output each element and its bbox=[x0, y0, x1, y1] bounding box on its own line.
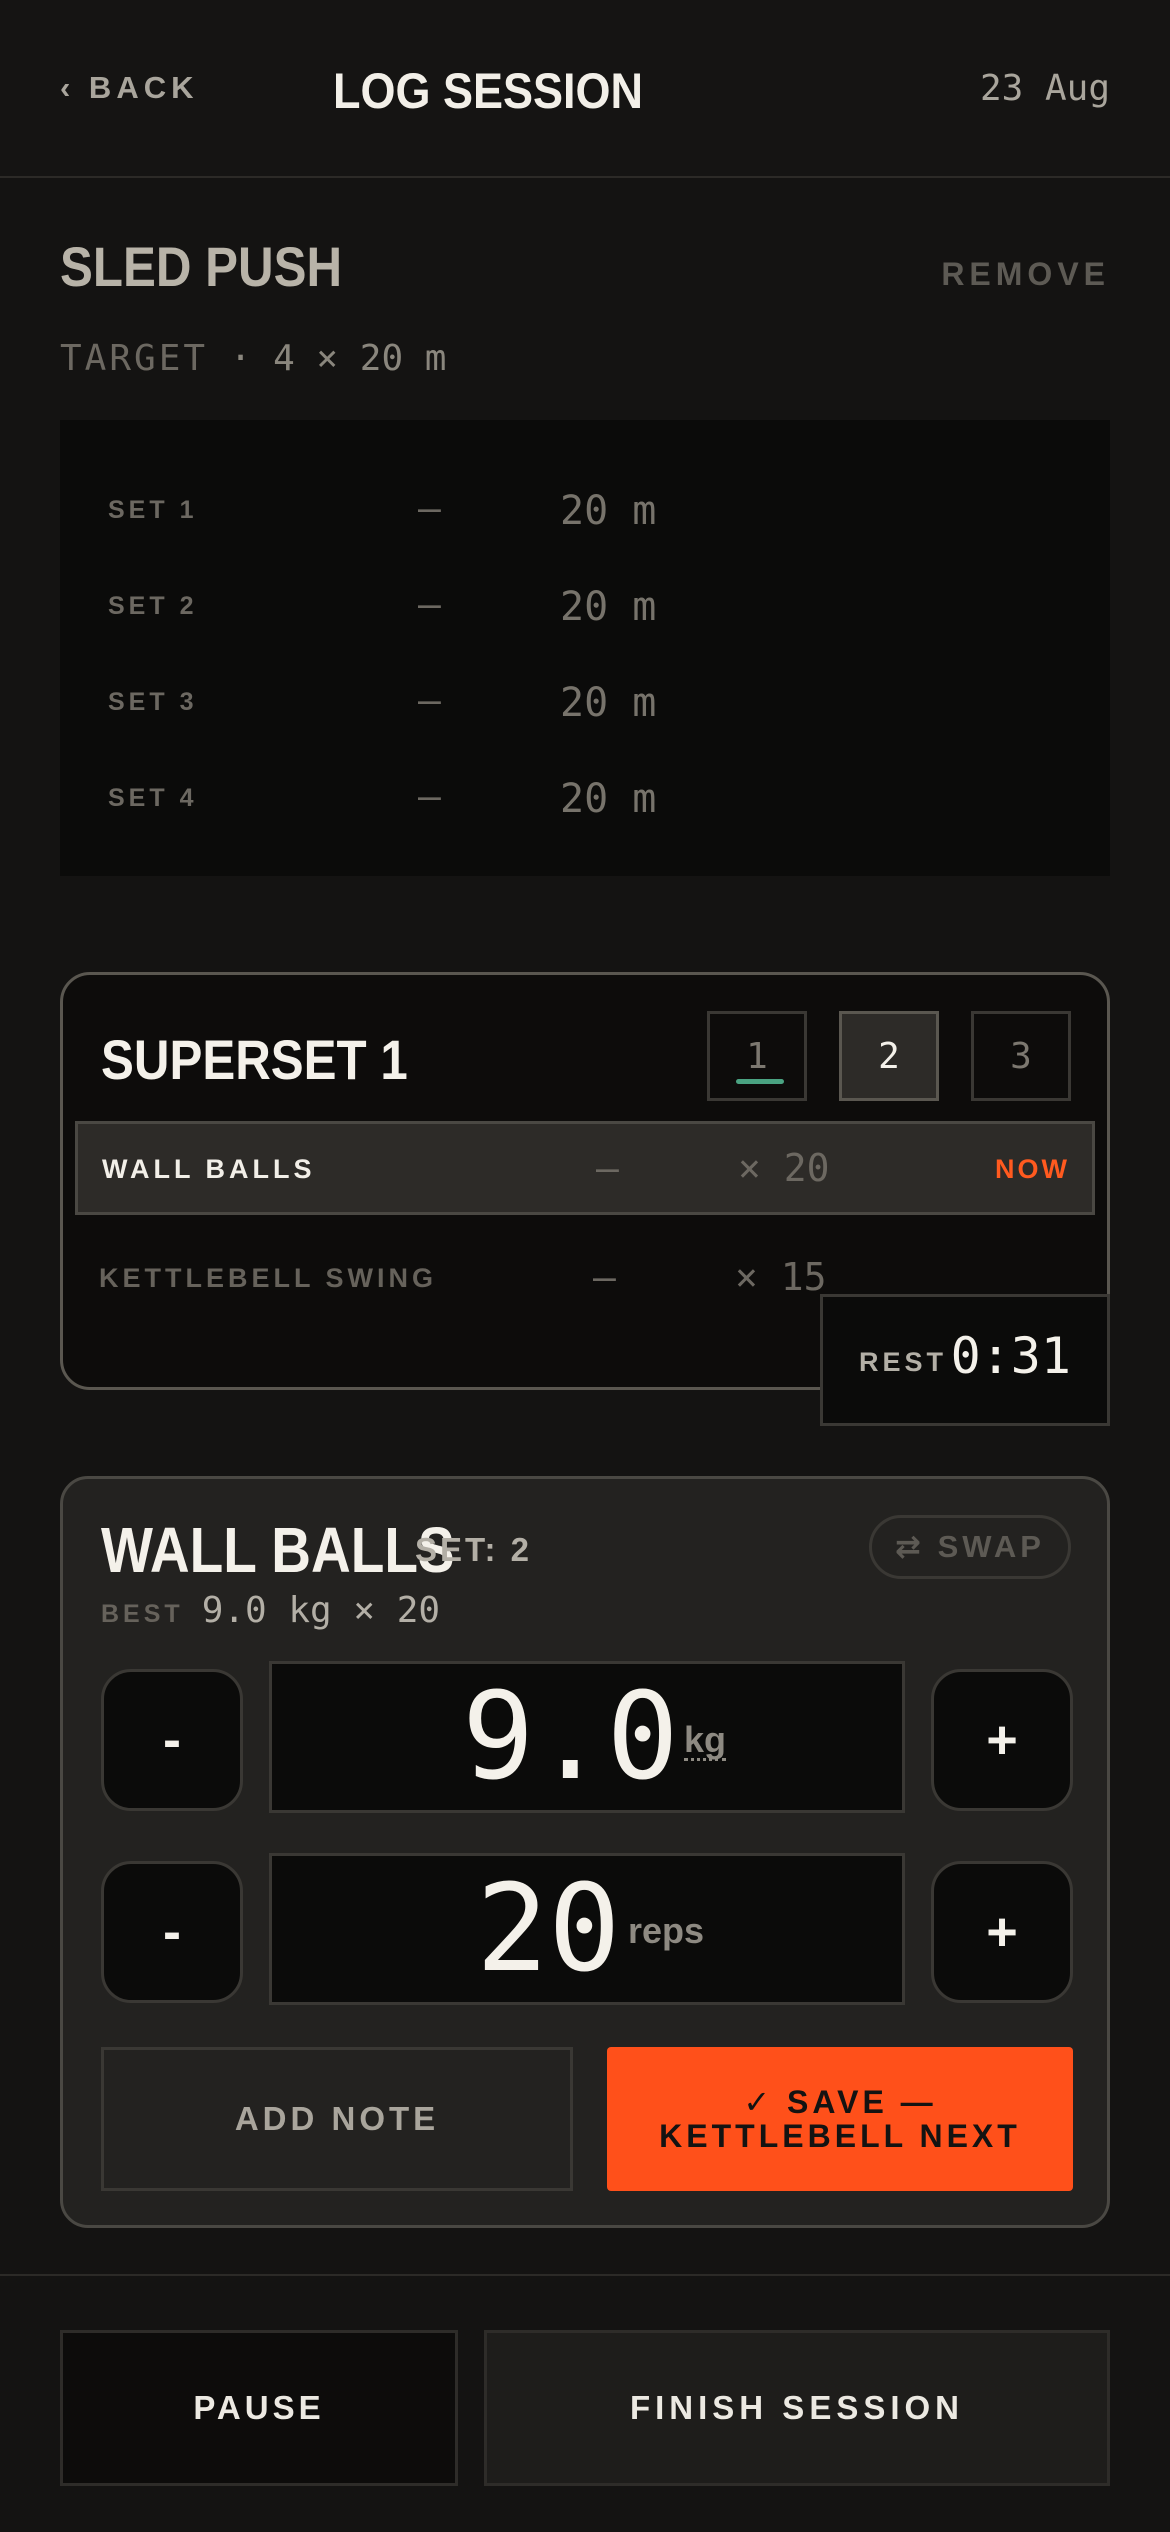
now-badge: NOW bbox=[995, 1154, 1070, 1184]
finish-session-button[interactable]: FINISH SESSION bbox=[484, 2330, 1110, 2486]
remove-exercise-button[interactable]: REMOVE bbox=[941, 256, 1110, 293]
add-note-button[interactable]: ADD NOTE bbox=[101, 2047, 573, 2191]
set-label: SET 1 bbox=[108, 496, 198, 524]
superset-item-name: WALL BALLS bbox=[102, 1154, 316, 1184]
session-date: 23 Aug bbox=[979, 68, 1110, 109]
target-value: · 4 × 20 m bbox=[229, 338, 447, 379]
reps-input[interactable]: 20 reps bbox=[269, 1853, 905, 2005]
set-label: SET 4 bbox=[108, 784, 198, 812]
set-row[interactable]: SET 1 — 20 m bbox=[60, 482, 1110, 542]
set-weight: — bbox=[418, 774, 441, 818]
top-bar: ‹ BACK LOG SESSION 23 Aug bbox=[0, 0, 1170, 178]
reps-unit: reps bbox=[628, 1910, 705, 1951]
exercise-target: TARGET · 4 × 20 m bbox=[60, 338, 446, 379]
back-button[interactable]: ‹ BACK bbox=[60, 70, 199, 106]
weight-input[interactable]: 9.0 kg bbox=[269, 1661, 905, 1813]
weight-unit[interactable]: kg bbox=[684, 1722, 727, 1761]
rest-timer[interactable]: REST 0:31 bbox=[820, 1294, 1110, 1426]
rest-label: REST bbox=[859, 1347, 948, 1377]
weight-value: 9.0 bbox=[462, 1668, 679, 1807]
superset-item-weight: — bbox=[596, 1146, 619, 1190]
superset-item-weight: — bbox=[593, 1255, 616, 1299]
pause-button[interactable]: PAUSE bbox=[60, 2330, 458, 2486]
bottom-bar: PAUSE FINISH SESSION bbox=[0, 2274, 1170, 2532]
weight-increment-button[interactable]: + bbox=[931, 1669, 1073, 1811]
weight-decrement-button[interactable]: - bbox=[101, 1669, 243, 1811]
reps-increment-button[interactable]: + bbox=[931, 1861, 1073, 2003]
reps-value: 20 bbox=[476, 1860, 621, 1999]
set-distance: 20 m bbox=[560, 776, 657, 822]
active-exercise-card: WALL BALLS SET: 2 ⇄ SWAP BEST 9.0 kg × 20… bbox=[60, 1476, 1110, 2228]
target-label: TARGET bbox=[60, 338, 209, 379]
save-set-button[interactable]: ✓ SAVE — KETTLEBELL NEXT bbox=[607, 2047, 1073, 2191]
exercise-title: SLED PUSH bbox=[60, 235, 343, 298]
round-tab-2[interactable]: 2 bbox=[839, 1011, 939, 1101]
round-complete-indicator bbox=[736, 1079, 784, 1084]
rest-time: 0:31 bbox=[950, 1327, 1071, 1385]
set-weight: — bbox=[418, 486, 441, 530]
set-distance: 20 m bbox=[560, 584, 657, 630]
personal-best: BEST 9.0 kg × 20 bbox=[101, 1589, 440, 1631]
superset-item-current[interactable]: WALL BALLS — × 20 NOW bbox=[75, 1121, 1095, 1215]
superset-item-reps: × 20 bbox=[738, 1146, 830, 1190]
set-row[interactable]: SET 3 — 20 m bbox=[60, 674, 1110, 734]
round-tab-3[interactable]: 3 bbox=[971, 1011, 1071, 1101]
best-label: BEST bbox=[101, 1600, 184, 1628]
best-value: 9.0 kg × 20 bbox=[201, 1590, 441, 1631]
round-tab-label: 1 bbox=[746, 1035, 768, 1077]
superset-item-name: KETTLEBELL SWING bbox=[99, 1263, 437, 1293]
round-tab-label: 3 bbox=[1010, 1035, 1032, 1077]
round-tab-1[interactable]: 1 bbox=[707, 1011, 807, 1101]
round-tab-label: 2 bbox=[878, 1035, 900, 1077]
superset-item-reps: × 15 bbox=[735, 1255, 827, 1299]
page-title: LOG SESSION bbox=[333, 63, 644, 119]
superset-title: SUPERSET 1 bbox=[101, 1028, 408, 1091]
set-row[interactable]: SET 2 — 20 m bbox=[60, 578, 1110, 638]
set-distance: 20 m bbox=[560, 680, 657, 726]
set-label: SET 2 bbox=[108, 592, 198, 620]
set-row[interactable]: SET 4 — 20 m bbox=[60, 770, 1110, 830]
set-label: SET 3 bbox=[108, 688, 198, 716]
set-distance: 20 m bbox=[560, 488, 657, 534]
reps-decrement-button[interactable]: - bbox=[101, 1861, 243, 2003]
set-weight: — bbox=[418, 582, 441, 626]
swap-button[interactable]: ⇄ SWAP bbox=[869, 1515, 1071, 1579]
set-weight: — bbox=[418, 678, 441, 722]
active-set-label: SET: 2 bbox=[415, 1531, 533, 1568]
active-exercise-title: WALL BALLS bbox=[101, 1514, 455, 1586]
sets-list: SET 1 — 20 m SET 2 — 20 m SET 3 — 20 m S… bbox=[60, 420, 1110, 876]
